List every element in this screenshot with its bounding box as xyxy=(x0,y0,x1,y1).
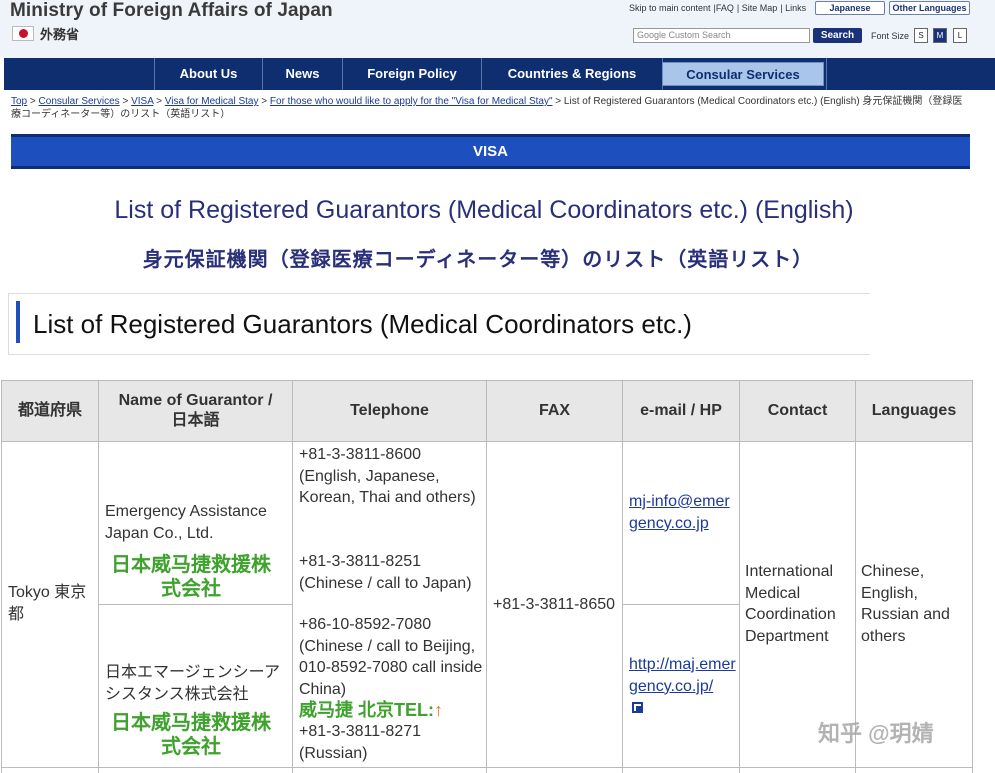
site-header: Ministry of Foreign Affairs of Japan 外務省… xyxy=(0,0,995,58)
other-languages-button[interactable]: Other Languages xyxy=(889,1,970,15)
faq-link[interactable]: |FAQ xyxy=(714,3,734,13)
section-heading: List of Registered Guarantors (Medical C… xyxy=(33,309,692,339)
cell-tel-3: +86-10-8592-7080 (Chinese / call to Beij… xyxy=(299,616,483,698)
breadcrumb-top[interactable]: Top xyxy=(11,96,27,107)
tel-note-text: 威马捷 北京TEL: xyxy=(299,700,434,720)
col-header-contact: Contact xyxy=(739,380,856,442)
arrow-up-icon: ↑ xyxy=(434,700,443,720)
breadcrumb-visa-medical-stay[interactable]: Visa for Medical Stay xyxy=(165,96,259,107)
search-button[interactable]: Search xyxy=(813,28,862,43)
nav-countries-regions[interactable]: Countries & Regions xyxy=(481,58,662,90)
site-map-link[interactable]: | Site Map xyxy=(737,3,777,13)
cell-name-en: Emergency Assistance Japan Co., Ltd. xyxy=(105,503,267,542)
homepage-link[interactable]: http://maj.emergency.co.jp/ xyxy=(629,654,737,697)
nav-about-us[interactable]: About Us xyxy=(154,58,262,90)
cell-languages: Chinese, English, Russian and others xyxy=(861,563,950,645)
font-size-label: Font Size xyxy=(871,31,910,41)
section-heading-accent xyxy=(16,301,20,343)
page-title-jp: 身元保証機関（登録医療コーディネーター等）のリスト（英語リスト） xyxy=(142,249,814,271)
grid-line xyxy=(486,441,487,773)
nav-foreign-policy[interactable]: Foreign Policy xyxy=(342,58,481,90)
breadcrumb: Top > Consular Services > VISA > Visa fo… xyxy=(11,96,963,120)
cell-tel-1: +81-3-3811-8600 (English, Japanese, Kore… xyxy=(299,446,476,506)
site-title-jp-text: 外務省 xyxy=(40,27,80,42)
grid-line xyxy=(98,441,99,773)
watermark: 知乎 @玥婧 xyxy=(818,721,934,746)
cell-name-en-note: 日本威马捷救援株式会社 xyxy=(111,554,271,600)
site-title-jp[interactable]: 外務省 xyxy=(12,24,79,43)
grid-line xyxy=(972,441,973,773)
cell-name-jp-note: 日本威马捷救援株式会社 xyxy=(111,712,271,758)
col-header-name: Name of Guarantor / 日本語 xyxy=(98,380,293,442)
site-title[interactable]: Ministry of Foreign Affairs of Japan xyxy=(10,0,333,22)
breadcrumb-apply-medical-stay[interactable]: For those who would like to apply for th… xyxy=(270,96,553,107)
search-input[interactable]: Google Custom Search xyxy=(633,28,810,43)
cell-prefecture: Tokyo 東京都 xyxy=(8,584,87,623)
cell-tel-note: 威马捷 北京TEL:↑ xyxy=(299,700,485,722)
visa-banner: VISA xyxy=(11,134,970,169)
guarantor-table: 都道府県 Name of Guarantor / 日本語 Telephone F… xyxy=(1,380,973,442)
grid-line xyxy=(1,441,2,773)
nav-consular-services[interactable]: Consular Services xyxy=(662,62,824,86)
nav-news[interactable]: News xyxy=(262,58,342,90)
japanese-language-button[interactable]: Japanese xyxy=(815,1,885,15)
grid-line xyxy=(739,441,740,773)
grid-line xyxy=(1,767,972,768)
links-link[interactable]: | Links xyxy=(780,3,806,13)
cell-tel-4: +81-3-3811-8271 (Russian) xyxy=(299,723,422,762)
japan-flag-icon xyxy=(12,26,34,41)
page-title: List of Registered Guarantors (Medical C… xyxy=(114,196,854,224)
main-nav: About Us News Foreign Policy Countries &… xyxy=(4,58,995,90)
col-header-prefecture: 都道府県 xyxy=(1,380,99,442)
cell-tel-2: +81-3-3811-8251 (Chinese / call to Japan… xyxy=(299,553,472,592)
cell-contact: International Medical Coordination Depar… xyxy=(745,563,836,645)
cell-name-jp: 日本エマージェンシーアシスタンス株式会社 xyxy=(105,664,281,703)
col-header-fax: FAX xyxy=(486,380,623,442)
breadcrumb-visa[interactable]: VISA xyxy=(131,96,153,107)
email-link[interactable]: mj-info@emergency.co.jp xyxy=(629,491,733,534)
grid-line xyxy=(622,604,739,605)
skip-to-main-link[interactable]: Skip to main content xyxy=(629,3,711,13)
cell-fax: +81-3-3811-8650 xyxy=(493,596,616,613)
col-header-telephone: Telephone xyxy=(292,380,487,442)
font-size-large-button[interactable]: L xyxy=(953,28,967,43)
top-links: Skip to main content |FAQ | Site Map | L… xyxy=(629,3,806,13)
col-header-email-hp: e-mail / HP xyxy=(622,380,740,442)
grid-line xyxy=(292,441,293,773)
table-header-row: 都道府県 Name of Guarantor / 日本語 Telephone F… xyxy=(1,380,973,442)
external-link-icon[interactable] xyxy=(632,698,643,720)
breadcrumb-consular-services[interactable]: Consular Services xyxy=(39,96,120,107)
grid-line xyxy=(98,604,292,605)
font-size-medium-button[interactable]: M xyxy=(933,28,947,43)
font-size-small-button[interactable]: S xyxy=(914,28,928,43)
col-header-languages: Languages xyxy=(855,380,973,442)
